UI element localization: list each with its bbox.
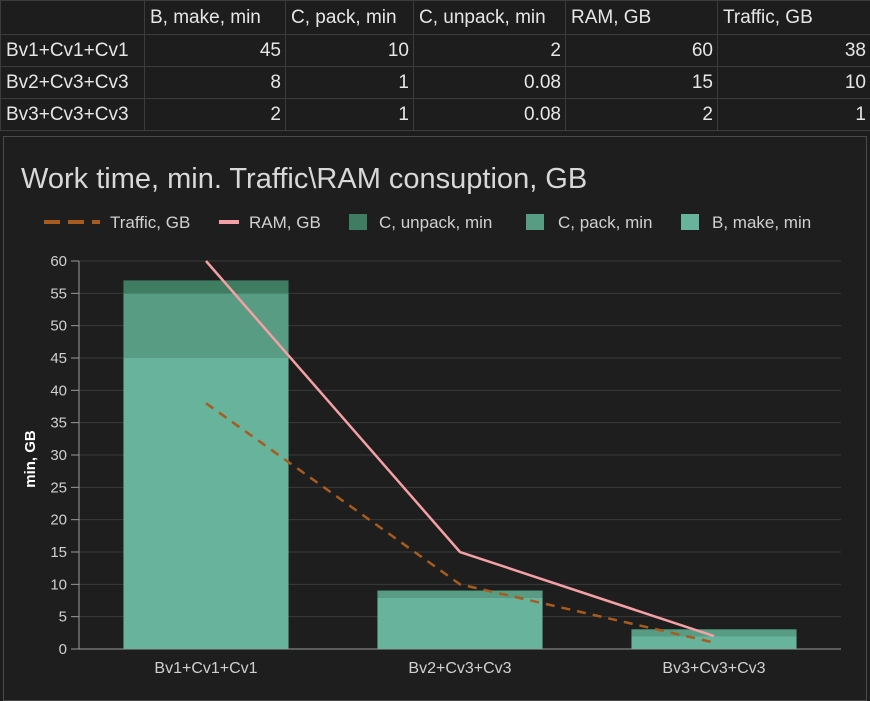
legend-swatch [681, 214, 699, 230]
table-row: Bv1+Cv1+Cv1 45 10 2 60 38 [0, 34, 870, 67]
y-axis-label: min, GB [22, 430, 39, 488]
x-tick-label: Bv2+Cv3+Cv3 [408, 660, 511, 677]
legend-label: RAM, GB [249, 213, 321, 232]
legend-label: B, make, min [712, 213, 811, 232]
y-tick-label: 5 [59, 609, 67, 626]
bar-segment [123, 358, 289, 649]
bars [123, 280, 797, 649]
chart-canvas: Work time, min. Traffic\RAM consuption, … [21, 163, 841, 677]
table-cell[interactable]: 1 [285, 98, 414, 131]
table-row: Bv3+Cv3+Cv3 2 1 0.08 2 1 [0, 98, 870, 131]
y-tick-label: 15 [50, 544, 67, 561]
bar-segment [377, 597, 543, 649]
table-header-row: B, make, min C, pack, min C, unpack, min… [0, 0, 870, 35]
row-label-cell[interactable]: Bv1+Cv1+Cv1 [0, 34, 145, 67]
y-tick-label: 0 [59, 641, 67, 658]
embedded-chart[interactable]: Work time, min. Traffic\RAM consuption, … [3, 136, 867, 701]
table-cell[interactable]: 10 [717, 66, 870, 99]
y-axis: 0 5 10 15 20 25 30 35 40 45 50 55 60 [50, 253, 67, 658]
y-tick-label: 40 [50, 382, 67, 399]
y-tick-label: 60 [50, 253, 67, 270]
header-cell[interactable]: RAM, GB [565, 0, 718, 35]
y-tick-label: 10 [50, 576, 67, 593]
header-cell[interactable]: C, pack, min [285, 0, 414, 35]
y-tick-label: 30 [50, 447, 67, 464]
table-cell[interactable]: 1 [717, 98, 870, 131]
x-tick-label: Bv3+Cv3+Cv3 [662, 660, 765, 677]
table-cell[interactable]: 2 [144, 98, 286, 131]
table-cell[interactable]: 0.08 [413, 66, 566, 99]
table-cell[interactable]: 60 [565, 34, 718, 67]
y-tick-label: 45 [50, 350, 67, 367]
legend: Traffic, GB RAM, GB C, unpack, min C, pack,… [44, 213, 811, 232]
header-cell[interactable]: C, unpack, min [413, 0, 566, 35]
table-cell[interactable]: 38 [717, 34, 870, 67]
table-cell[interactable]: 1 [285, 66, 414, 99]
legend-swatch [349, 214, 367, 230]
data-table: B, make, min C, pack, min C, unpack, min… [0, 0, 870, 131]
row-label-cell[interactable]: Bv2+Cv3+Cv3 [0, 66, 145, 99]
table-cell[interactable]: 10 [285, 34, 414, 67]
y-tick-label: 50 [50, 318, 67, 335]
table-cell[interactable]: 8 [144, 66, 286, 99]
bar-segment [377, 590, 543, 591]
y-tick-label: 20 [50, 512, 67, 529]
y-tick-label: 25 [50, 479, 67, 496]
table-cell[interactable]: 0.08 [413, 98, 566, 131]
table-cell[interactable]: 2 [413, 34, 566, 67]
bar-segment [123, 280, 289, 294]
table-cell[interactable]: 15 [565, 66, 718, 99]
y-tick-label: 55 [50, 285, 67, 302]
legend-label: C, unpack, min [379, 213, 492, 232]
legend-swatch [526, 214, 544, 230]
header-cell[interactable] [0, 0, 145, 35]
x-tick-label: Bv1+Cv1+Cv1 [154, 660, 257, 677]
table-cell[interactable]: 45 [144, 34, 286, 67]
row-label-cell[interactable]: Bv3+Cv3+Cv3 [0, 98, 145, 131]
table-cell[interactable]: 2 [565, 98, 718, 131]
bar-segment [631, 636, 797, 649]
header-cell[interactable]: B, make, min [144, 0, 286, 35]
x-axis: Bv1+Cv1+Cv1 Bv2+Cv3+Cv3 Bv3+Cv3+Cv3 [154, 660, 765, 677]
y-tick-label: 35 [50, 415, 67, 432]
legend-label: C, pack, min [558, 213, 652, 232]
header-cell[interactable]: Traffic, GB [717, 0, 870, 35]
table-row: Bv2+Cv3+Cv3 8 1 0.08 15 10 [0, 66, 870, 99]
chart-title: Work time, min. Traffic\RAM consuption, … [21, 163, 587, 195]
legend-label: Traffic, GB [110, 213, 190, 232]
